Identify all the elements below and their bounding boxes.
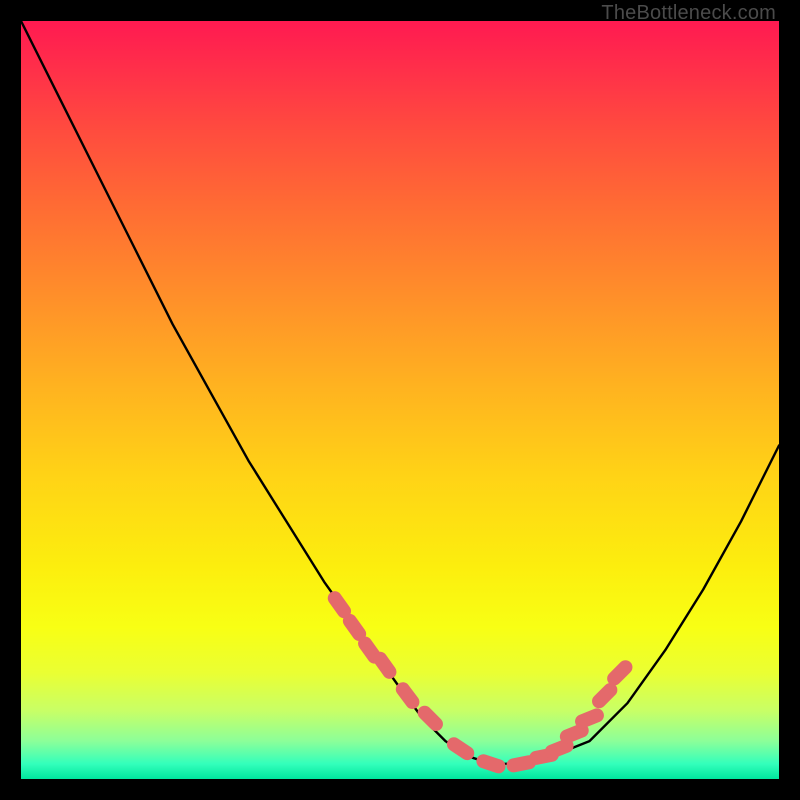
bottleneck-curve-svg <box>21 21 779 779</box>
highlight-marker <box>573 706 606 730</box>
plot-area <box>21 21 779 779</box>
highlight-marker <box>415 703 446 734</box>
chart-stage: TheBottleneck.com <box>0 0 800 800</box>
highlight-marker <box>475 752 508 775</box>
bottleneck-curve-path <box>21 21 779 764</box>
